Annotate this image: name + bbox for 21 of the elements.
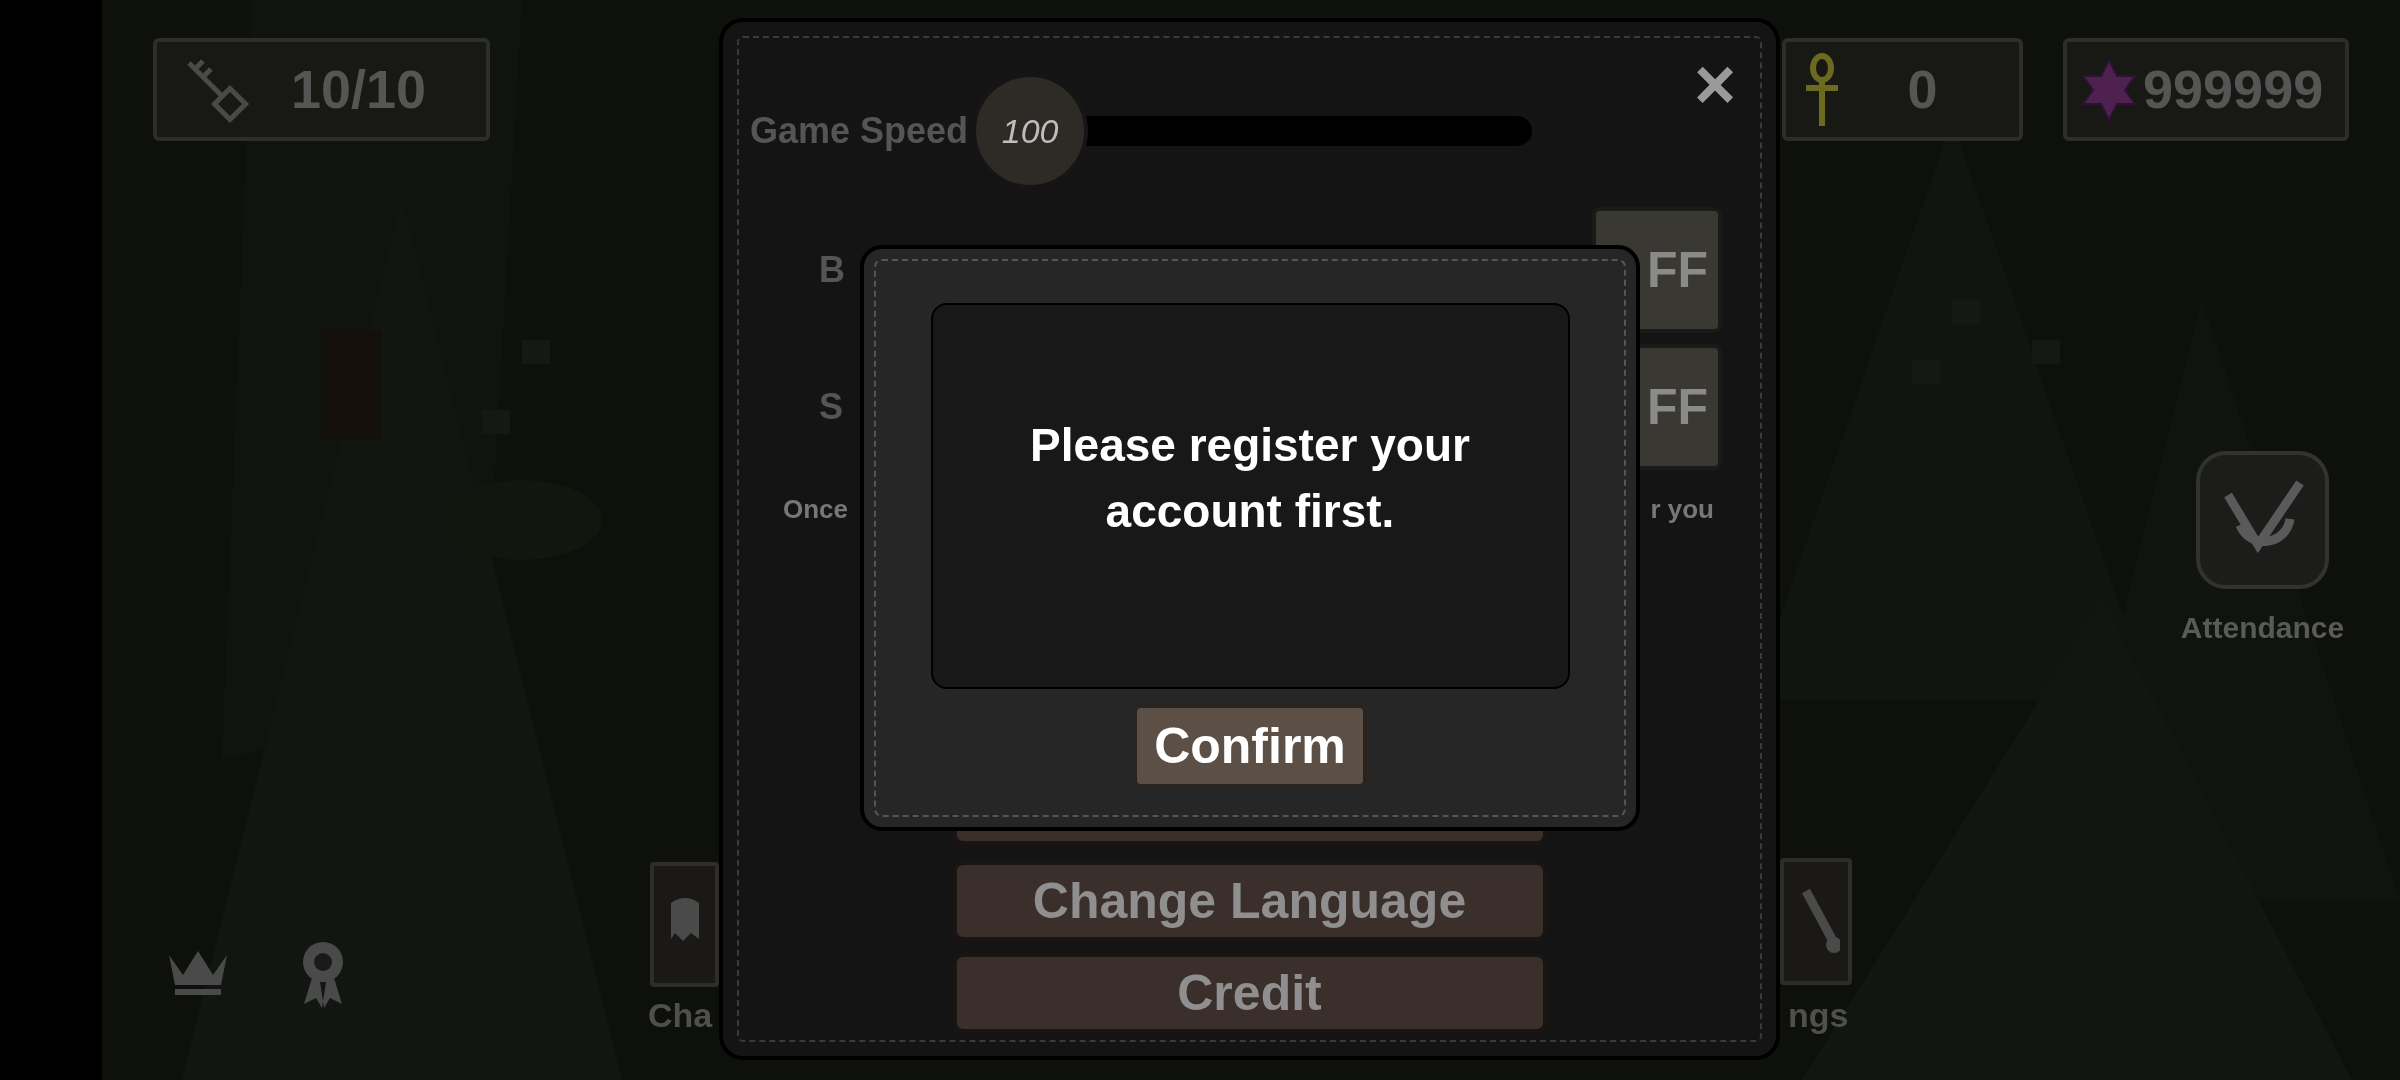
setting-label: Game Speed <box>750 109 969 153</box>
confirm-button[interactable]: Confirm <box>1133 704 1367 788</box>
button-label: ngs <box>1788 995 1849 1036</box>
button-label: Cha <box>648 995 713 1036</box>
menu-button[interactable]: Change Language <box>952 861 1547 941</box>
settings-button[interactable] <box>1780 858 1852 985</box>
attendance-label: Attendance <box>2180 610 2345 646</box>
gem-count: 999999 <box>2143 58 2324 121</box>
game-speed-slider[interactable]: 100 <box>972 71 1533 191</box>
star-gem-icon <box>2079 57 2139 122</box>
character-button[interactable] <box>650 862 719 987</box>
note-text: r you <box>1650 493 1714 526</box>
attendance-button[interactable] <box>2196 451 2329 589</box>
menu-button[interactable]: Credit <box>952 953 1547 1033</box>
setting-label: B <box>819 248 845 292</box>
ankh-count: 0 <box>1906 58 1939 121</box>
note-text: Once <box>783 493 849 526</box>
close-button[interactable]: × <box>1693 48 1736 120</box>
setting-label: S <box>819 385 843 429</box>
key-count: 10/10 <box>291 58 427 121</box>
dialog-message: Please register your account first. <box>1029 418 1471 539</box>
